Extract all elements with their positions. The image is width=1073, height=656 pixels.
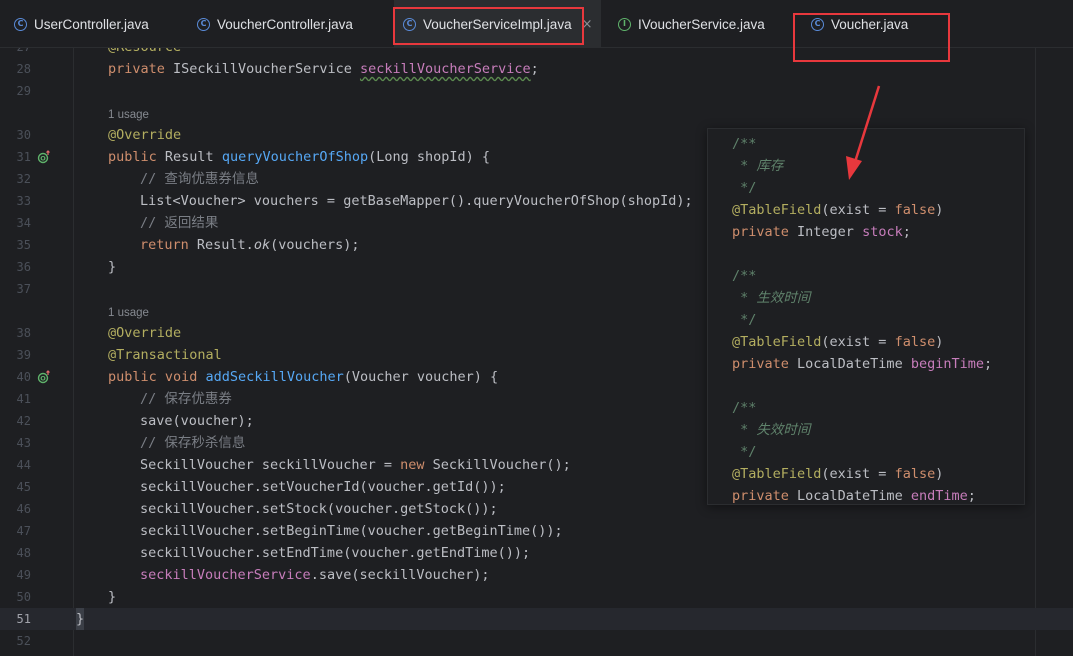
code-line[interactable]: 52	[0, 630, 1073, 652]
field-annotation: @TableField(exist = false)	[732, 334, 944, 350]
line-number: 50	[16, 590, 31, 604]
voucher-fields-snippet: /** * 库存 */ @TableField(exist = false) p…	[707, 128, 1025, 505]
tab-voucher-controller[interactable]: C VoucherController.java	[197, 0, 353, 48]
code-text: seckillVoucher.setVoucherId(voucher.getI…	[140, 479, 506, 495]
tab-voucher[interactable]: C Voucher.java	[811, 0, 908, 48]
usage-hint[interactable]: 1 usage	[108, 104, 149, 126]
line-number: 27	[0, 48, 31, 58]
line-number: 43	[16, 436, 31, 450]
line-number: 48	[16, 546, 31, 560]
line-number: 38	[16, 326, 31, 340]
line-number: 30	[16, 128, 31, 142]
line-number: 29	[16, 84, 31, 98]
line-number: 35	[16, 238, 31, 252]
line-number: 28	[16, 62, 31, 76]
editor-tab-bar: C UserController.java C VoucherControlle…	[0, 0, 1073, 48]
line-number: 45	[16, 480, 31, 494]
code-text: }	[108, 259, 117, 275]
line-number: 34	[16, 216, 31, 230]
code-comment: // 返回结果	[140, 215, 219, 231]
line-number: 46	[16, 502, 31, 516]
code-text: SeckillVoucher seckillVoucher = new Seck…	[140, 457, 571, 473]
code-line-current[interactable]: 51 }	[0, 608, 1073, 630]
tab-label: VoucherServiceImpl.java	[423, 16, 572, 32]
code-line[interactable]: 47 seckillVoucher.setBeginTime(voucher.g…	[0, 520, 1073, 542]
line-number: 31	[16, 150, 31, 164]
code-text: return Result.ok(vouchers);	[140, 237, 360, 253]
tab-label: IVoucherService.java	[638, 16, 765, 32]
code-text: List<Voucher> vouchers = getBaseMapper()…	[140, 193, 693, 209]
class-icon: C	[14, 17, 27, 31]
code-text: seckillVoucher.setEndTime(voucher.getEnd…	[140, 545, 531, 561]
code-text: public Result queryVoucherOfShop(Long sh…	[108, 149, 491, 165]
code-comment: // 保存优惠券	[140, 391, 232, 407]
line-number: 44	[16, 458, 31, 472]
doc-comment: */	[732, 312, 757, 328]
code-comment: // 查询优惠券信息	[140, 171, 259, 187]
svg-text:O: O	[40, 375, 46, 383]
line-number: 42	[16, 414, 31, 428]
code-text: @Resource	[108, 48, 181, 58]
doc-comment: /**	[732, 136, 757, 152]
tab-user-controller[interactable]: C UserController.java	[14, 0, 149, 48]
line-number: 32	[16, 172, 31, 186]
code-text: save(voucher);	[140, 413, 254, 429]
doc-comment: * 库存	[732, 158, 784, 174]
line-number: 36	[16, 260, 31, 274]
doc-comment: */	[732, 444, 757, 460]
tab-voucher-service-impl[interactable]: C VoucherServiceImpl.java ×	[394, 0, 601, 48]
code-text: seckillVoucherService.save(seckillVouche…	[140, 567, 490, 583]
tab-ivoucher-service[interactable]: I IVoucherService.java	[618, 0, 765, 48]
code-comment: // 保存秒杀信息	[140, 435, 246, 451]
code-line[interactable]: 49 seckillVoucherService.save(seckillVou…	[0, 564, 1073, 586]
interface-icon: I	[618, 17, 631, 31]
doc-comment: * 生效时间	[732, 290, 811, 306]
line-number: 39	[16, 348, 31, 362]
line-number: 41	[16, 392, 31, 406]
code-text: seckillVoucher.setBeginTime(voucher.getB…	[140, 523, 563, 539]
tab-label: Voucher.java	[831, 16, 909, 32]
doc-comment: */	[732, 180, 757, 196]
class-icon: C	[403, 17, 416, 31]
doc-comment: * 失效时间	[732, 422, 811, 438]
code-text: @Transactional	[108, 347, 222, 363]
code-text: }	[76, 608, 85, 630]
class-icon: C	[197, 17, 210, 31]
field-declaration: private LocalDateTime beginTime;	[732, 356, 993, 372]
code-text: seckillVoucher.setStock(voucher.getStock…	[140, 501, 498, 517]
code-text: public void addSeckillVoucher(Voucher vo…	[108, 369, 499, 385]
usage-hint[interactable]: 1 usage	[108, 302, 149, 324]
svg-text:O: O	[40, 155, 46, 163]
line-number: 40	[16, 370, 31, 384]
line-number: 51	[16, 612, 31, 626]
code-text: private ISeckillVoucherService seckillVo…	[108, 61, 539, 77]
code-line[interactable]: 28 private ISeckillVoucherService seckil…	[0, 58, 1073, 80]
code-text: }	[108, 589, 117, 605]
field-annotation: @TableField(exist = false)	[732, 466, 944, 482]
line-number: 47	[16, 524, 31, 538]
line-number: 52	[16, 634, 31, 648]
class-icon: C	[811, 17, 824, 31]
tab-label: VoucherController.java	[217, 16, 353, 32]
code-line[interactable]: 27 @Resource	[0, 48, 1073, 58]
code-line[interactable]: 29	[0, 80, 1073, 102]
close-tab-icon[interactable]: ×	[582, 17, 593, 32]
tab-label: UserController.java	[34, 16, 149, 32]
implements-method-icon[interactable]: O	[37, 150, 51, 164]
field-annotation: @TableField(exist = false)	[732, 202, 944, 218]
field-declaration: private Integer stock;	[732, 224, 911, 240]
doc-comment: /**	[732, 400, 757, 416]
field-declaration: private LocalDateTime endTime;	[732, 488, 976, 504]
doc-comment: /**	[732, 268, 757, 284]
line-number: 49	[16, 568, 31, 582]
implements-method-icon[interactable]: O	[37, 370, 51, 384]
line-number: 33	[16, 194, 31, 208]
line-number: 37	[16, 282, 31, 296]
code-text: @Override	[108, 127, 182, 143]
code-line[interactable]: 48 seckillVoucher.setEndTime(voucher.get…	[0, 542, 1073, 564]
code-text: @Override	[108, 325, 182, 341]
code-line[interactable]: 50 }	[0, 586, 1073, 608]
